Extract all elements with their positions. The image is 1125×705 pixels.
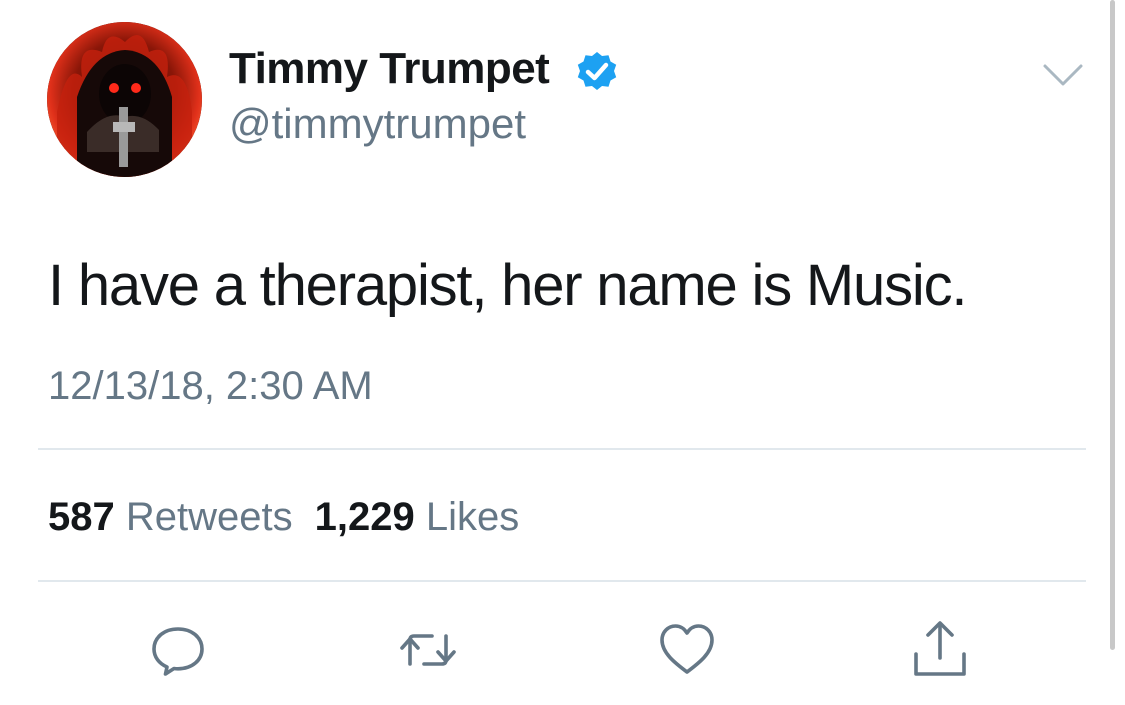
retweet-icon xyxy=(400,634,456,666)
reply-button[interactable] xyxy=(146,618,210,682)
heart-icon xyxy=(660,624,714,674)
verified-badge-icon xyxy=(577,52,617,90)
tweet-stats: 587 Retweets 1,229 Likes xyxy=(48,492,519,542)
tweet-card: Timmy Trumpet @timmytrumpet I have a the… xyxy=(0,0,1125,705)
retweets-label: Retweets xyxy=(125,495,293,539)
divider xyxy=(38,580,1086,582)
display-name[interactable]: Timmy Trumpet xyxy=(229,42,550,96)
retweet-button[interactable] xyxy=(396,618,460,682)
scrollbar[interactable] xyxy=(1110,0,1115,650)
tweet-text: I have a therapist, her name is Music. xyxy=(48,253,967,318)
divider xyxy=(38,448,1086,450)
reply-icon xyxy=(152,627,204,676)
like-button[interactable] xyxy=(655,618,719,682)
retweets-count: 587 xyxy=(48,495,115,539)
likes-stat[interactable]: 1,229 Likes xyxy=(315,495,520,539)
retweets-stat[interactable]: 587 Retweets xyxy=(48,495,293,539)
likes-label: Likes xyxy=(425,495,520,539)
share-button[interactable] xyxy=(908,618,972,682)
avatar-image xyxy=(47,22,202,177)
tweet-timestamp[interactable]: 12/13/18, 2:30 AM xyxy=(48,360,373,412)
likes-count: 1,229 xyxy=(314,495,415,539)
user-handle[interactable]: @timmytrumpet xyxy=(229,98,526,150)
chevron-down-icon[interactable] xyxy=(1042,62,1084,90)
avatar[interactable] xyxy=(47,22,202,177)
share-icon xyxy=(914,621,966,676)
